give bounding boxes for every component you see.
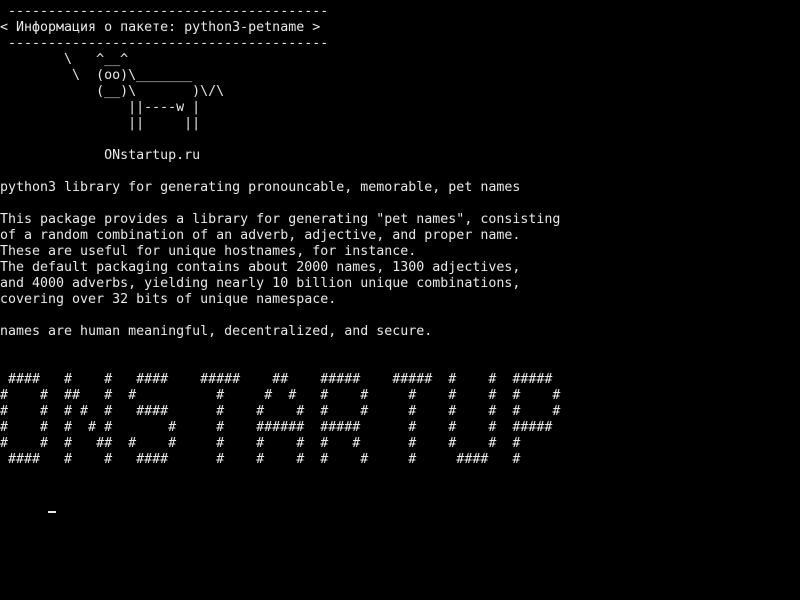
- package-description-line: This package provides a library for gene…: [0, 212, 561, 227]
- cow-ascii-line-4: ||----w |: [0, 100, 201, 115]
- package-description-line: of a random combination of an adverb, ad…: [0, 228, 521, 243]
- terminal-output: ----------------------------------------…: [0, 4, 800, 600]
- cow-ascii-line-2: \ (oo)\_______: [0, 68, 193, 83]
- terminal-screen: ----------------------------------------…: [0, 0, 800, 600]
- text-cursor: [48, 511, 57, 513]
- cowsay-border-top: ----------------------------------------: [0, 4, 329, 19]
- package-summary: python3 library for generating pronounca…: [0, 180, 521, 195]
- cowsay-speech-text: < Информация о пакете: python3-petname >: [0, 20, 321, 35]
- banner-line-1: #### # # #### ##### ## ##### ##### # # #…: [0, 372, 553, 387]
- site-credit: ONstartup.ru: [0, 148, 201, 163]
- banner-line-3: # # # # # #### # # # # # # # # # #: [0, 404, 561, 419]
- cow-ascii-line-5: || ||: [0, 116, 201, 131]
- package-description-line: and 4000 adverbs, yielding nearly 10 bil…: [0, 276, 521, 291]
- package-tagline: names are human meaningful, decentralize…: [0, 324, 433, 339]
- command-prompt-line[interactable]: [0, 484, 800, 513]
- package-description-line: The default packaging contains about 200…: [0, 260, 521, 275]
- banner-line-5: # # # ## # # # # # # # # # # #: [0, 436, 521, 451]
- package-description-line: covering over 32 bits of unique namespac…: [0, 292, 337, 307]
- cow-ascii-line-1: \ ^__^: [0, 52, 129, 67]
- banner-line-6: #### # # #### # # # # # # #### #: [0, 452, 521, 467]
- banner-line-4: # # # # # # # ###### ##### # # # #####: [0, 420, 553, 435]
- package-description-line: These are useful for unique hostnames, f…: [0, 244, 417, 259]
- cowsay-border-bottom: ----------------------------------------: [0, 36, 329, 51]
- banner-line-2: # # ## # # # # # # # # # # # #: [0, 388, 561, 403]
- cow-ascii-line-3: (__)\ )\/\: [0, 84, 225, 99]
